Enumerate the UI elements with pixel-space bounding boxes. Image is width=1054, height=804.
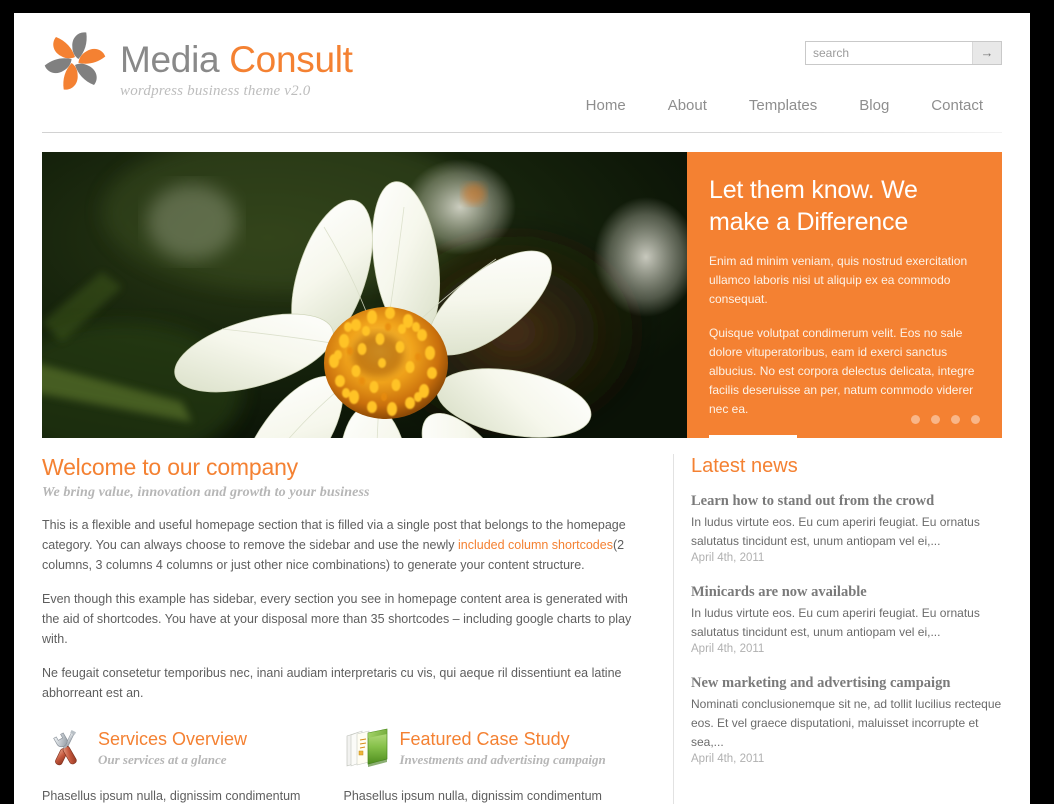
welcome-title: Welcome to our company xyxy=(42,454,298,480)
hero-slide-image[interactable] xyxy=(42,152,687,438)
feature-box-case-study: Featured Case Study Investments and adve… xyxy=(344,725,646,804)
site-title-accent: Consult xyxy=(229,39,353,80)
slider-dot-1[interactable] xyxy=(911,415,920,424)
welcome-paragraph-2: Even though this example has sidebar, ev… xyxy=(42,592,632,646)
main-column: Welcome to our company We bring value, i… xyxy=(42,454,673,804)
sidebar: Latest news Learn how to stand out from … xyxy=(673,454,1002,804)
news-excerpt: In ludus virtute eos. Eu cum aperiri feu… xyxy=(691,606,980,639)
search-submit-button[interactable]: → xyxy=(972,42,1001,64)
services-box-subtitle: Our services at a glance xyxy=(98,752,227,767)
nav-item-blog[interactable]: Blog xyxy=(838,97,910,115)
site-title-primary: Media xyxy=(120,39,230,80)
site-header: Media Consult wordpress business theme v… xyxy=(14,13,1030,133)
column-shortcodes-link[interactable]: included column shortcodes xyxy=(458,538,613,552)
news-excerpt: In ludus virtute eos. Eu cum aperiri feu… xyxy=(691,515,980,548)
services-box-title: Services Overview xyxy=(98,729,248,749)
feature-boxes: Services Overview Our services at a glan… xyxy=(42,725,645,804)
header-divider xyxy=(42,132,1002,133)
news-date: April 4th, 2011 xyxy=(691,753,765,765)
hero-read-more-button[interactable]: ➔read more xyxy=(709,435,797,438)
news-excerpt: Nominati conclusionemque sit ne, ad toll… xyxy=(691,697,1002,749)
news-title[interactable]: Minicards are now available xyxy=(691,583,1002,601)
news-item[interactable]: New marketing and advertising campaign N… xyxy=(691,674,1002,765)
news-item[interactable]: Learn how to stand out from the crowd In… xyxy=(691,492,1002,564)
sidebar-title: Latest news xyxy=(691,455,798,477)
feature-box-services: Services Overview Our services at a glan… xyxy=(42,725,344,804)
site-title: Media Consult xyxy=(120,40,353,80)
nav-item-contact[interactable]: Contact xyxy=(910,97,1004,115)
nav-item-home[interactable]: Home xyxy=(565,97,647,115)
hero-slide-paragraph-2: Quisque volutpat condimerum velit. Eos n… xyxy=(709,326,975,416)
site-logo[interactable]: Media Consult wordpress business theme v… xyxy=(42,30,353,100)
slider-dot-2[interactable] xyxy=(931,415,940,424)
welcome-paragraph-3: Ne feugait consetetur temporibus nec, in… xyxy=(42,666,622,700)
search-input[interactable] xyxy=(806,42,972,64)
search-box[interactable]: → xyxy=(805,41,1002,65)
page-content: Welcome to our company We bring value, i… xyxy=(42,454,1002,804)
services-box-text: Phasellus ipsum nulla, dignissim condime… xyxy=(42,789,301,803)
slider-dot-4[interactable] xyxy=(971,415,980,424)
star-burst-icon xyxy=(42,30,108,92)
green-portfolio-folder-icon xyxy=(344,725,390,771)
news-item[interactable]: Minicards are now available In ludus vir… xyxy=(691,583,1002,655)
news-title[interactable]: New marketing and advertising campaign xyxy=(691,674,1002,692)
nav-item-templates[interactable]: Templates xyxy=(728,97,838,115)
site-tagline: wordpress business theme v2.0 xyxy=(120,83,311,99)
hero-slider-dots[interactable] xyxy=(911,415,980,424)
main-navigation[interactable]: Home About Templates Blog Contact xyxy=(565,97,1004,115)
case-study-box-text: Phasellus ipsum nulla, dignissim condime… xyxy=(343,789,602,803)
hero-slider: Let them know. We make a Difference Enim… xyxy=(42,152,1002,438)
case-study-box-title: Featured Case Study xyxy=(399,729,570,749)
news-date: April 4th, 2011 xyxy=(691,552,765,564)
hero-slide-title: Let them know. We make a Difference xyxy=(709,176,918,236)
hero-slide-panel: Let them know. We make a Difference Enim… xyxy=(687,152,1002,438)
case-study-box-subtitle: Investments and advertising campaign xyxy=(399,752,606,767)
browser-page: Media Consult wordpress business theme v… xyxy=(14,13,1030,804)
nav-item-about[interactable]: About xyxy=(647,97,728,115)
hero-slide-paragraph-1: Enim ad minim veniam, quis nostrud exerc… xyxy=(709,254,968,306)
news-title[interactable]: Learn how to stand out from the crowd xyxy=(691,492,1002,510)
welcome-subtitle: We bring value, innovation and growth to… xyxy=(42,485,370,500)
welcome-paragraph-1: This is a flexible and useful homepage s… xyxy=(42,515,645,575)
slider-dot-3[interactable] xyxy=(951,415,960,424)
tools-wrench-screwdriver-icon xyxy=(42,725,88,771)
news-date: April 4th, 2011 xyxy=(691,643,765,655)
